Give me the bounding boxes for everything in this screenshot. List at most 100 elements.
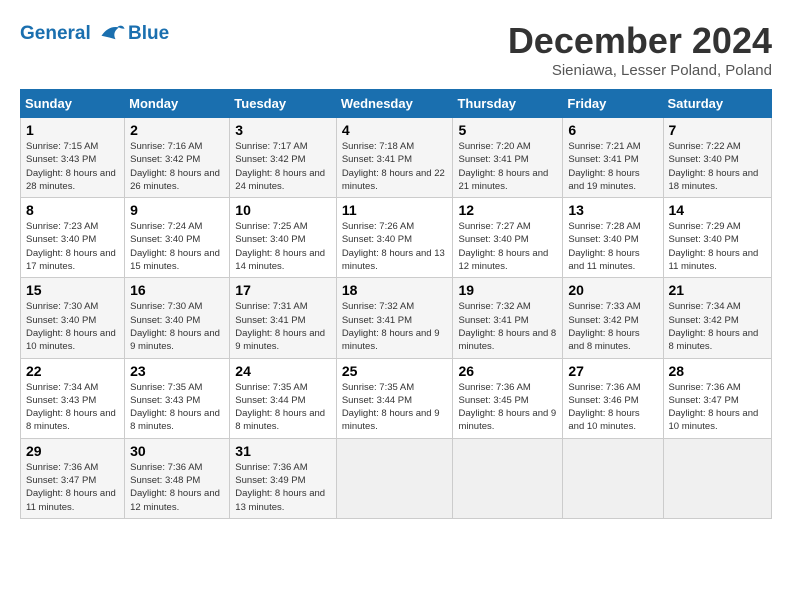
day-number: 18 (342, 282, 448, 298)
calendar-cell: 24 Sunrise: 7:35 AMSunset: 3:44 PMDayligh… (230, 358, 337, 438)
day-number: 16 (130, 282, 224, 298)
header-thursday: Thursday (453, 90, 563, 118)
day-info: Sunrise: 7:32 AMSunset: 3:41 PMDaylight:… (342, 300, 448, 353)
logo-text-general: General (20, 23, 91, 44)
day-number: 9 (130, 202, 224, 218)
calendar-cell: 30Sunrise: 7:36 AMSunset: 3:48 PMDayligh… (125, 438, 230, 518)
header-saturday: Saturday (663, 90, 772, 118)
month-title: December 2024 (508, 20, 772, 62)
week-row-5: 29 Sunrise: 7:36 AMSunset: 3:47 PMDayligh… (21, 438, 772, 518)
header-wednesday: Wednesday (336, 90, 453, 118)
day-number: 11 (342, 202, 448, 218)
calendar-cell: 26Sunrise: 7:36 AMSunset: 3:45 PMDayligh… (453, 358, 563, 438)
day-info: Sunrise: 7:15 AMSunset: 3:43 PMDaylight:… (26, 140, 119, 193)
day-number: 27 (568, 363, 657, 379)
calendar-cell: 14Sunrise: 7:29 AMSunset: 3:40 PMDayligh… (663, 198, 772, 278)
calendar-cell: 29 Sunrise: 7:36 AMSunset: 3:47 PMDayligh… (21, 438, 125, 518)
day-number: 31 (235, 443, 331, 459)
week-row-2: 8Sunrise: 7:23 AMSunset: 3:40 PMDaylight… (21, 198, 772, 278)
day-number: 22 (26, 363, 119, 379)
day-number: 15 (26, 282, 119, 298)
calendar-cell: 15 Sunrise: 7:30 AMSunset: 3:40 PMDayligh… (21, 278, 125, 358)
day-info: Sunrise: 7:17 AMSunset: 3:42 PMDaylight:… (235, 140, 331, 193)
day-info: Sunrise: 7:18 AMSunset: 3:41 PMDaylight:… (342, 140, 448, 193)
calendar-cell: 8Sunrise: 7:23 AMSunset: 3:40 PMDaylight… (21, 198, 125, 278)
calendar-cell: 7 Sunrise: 7:22 AMSunset: 3:40 PMDaylight… (663, 118, 772, 198)
day-number: 6 (568, 122, 657, 138)
day-info: Sunrise: 7:32 AMSunset: 3:41 PMDaylight:… (458, 300, 557, 353)
calendar-header-row: SundayMondayTuesdayWednesdayThursdayFrid… (21, 90, 772, 118)
day-info: Sunrise: 7:22 AMSunset: 3:40 PMDaylight:… (669, 140, 767, 193)
calendar-cell: 18 Sunrise: 7:32 AMSunset: 3:41 PMDayligh… (336, 278, 453, 358)
calendar-cell: 12 Sunrise: 7:27 AMSunset: 3:40 PMDayligh… (453, 198, 563, 278)
day-info: Sunrise: 7:16 AMSunset: 3:42 PMDaylight:… (130, 140, 224, 193)
day-number: 3 (235, 122, 331, 138)
day-number: 21 (669, 282, 767, 298)
week-row-3: 15 Sunrise: 7:30 AMSunset: 3:40 PMDayligh… (21, 278, 772, 358)
day-info: Sunrise: 7:20 AMSunset: 3:41 PMDaylight:… (458, 140, 557, 193)
day-number: 1 (26, 122, 119, 138)
day-info: Sunrise: 7:25 AMSunset: 3:40 PMDaylight:… (235, 220, 331, 273)
day-number: 12 (458, 202, 557, 218)
calendar-cell (663, 438, 772, 518)
header-tuesday: Tuesday (230, 90, 337, 118)
day-number: 29 (26, 443, 119, 459)
header-monday: Monday (125, 90, 230, 118)
calendar-cell: 13Sunrise: 7:28 AMSunset: 3:40 PMDayligh… (563, 198, 663, 278)
calendar-cell: 1 Sunrise: 7:15 AMSunset: 3:43 PMDaylight… (21, 118, 125, 198)
day-number: 24 (235, 363, 331, 379)
day-info: Sunrise: 7:35 AMSunset: 3:43 PMDaylight:… (130, 381, 224, 434)
calendar-cell: 25Sunrise: 7:35 AMSunset: 3:44 PMDayligh… (336, 358, 453, 438)
calendar-cell (563, 438, 663, 518)
logo-bird-icon (98, 20, 126, 48)
logo: General Blue (20, 20, 169, 48)
calendar-table: SundayMondayTuesdayWednesdayThursdayFrid… (20, 89, 772, 519)
day-info: Sunrise: 7:24 AMSunset: 3:40 PMDaylight:… (130, 220, 224, 273)
day-number: 17 (235, 282, 331, 298)
week-row-1: 1 Sunrise: 7:15 AMSunset: 3:43 PMDaylight… (21, 118, 772, 198)
day-number: 26 (458, 363, 557, 379)
header-sunday: Sunday (21, 90, 125, 118)
day-number: 19 (458, 282, 557, 298)
day-number: 28 (669, 363, 767, 379)
day-number: 13 (568, 202, 657, 218)
day-number: 20 (568, 282, 657, 298)
calendar-cell: 21 Sunrise: 7:34 AMSunset: 3:42 PMDayligh… (663, 278, 772, 358)
week-row-4: 22 Sunrise: 7:34 AMSunset: 3:43 PMDayligh… (21, 358, 772, 438)
day-info: Sunrise: 7:33 AMSunset: 3:42 PMDaylight:… (568, 300, 657, 353)
day-info: Sunrise: 7:35 AMSunset: 3:44 PMDaylight:… (235, 381, 331, 434)
day-info: Sunrise: 7:36 AMSunset: 3:49 PMDaylight:… (235, 461, 331, 514)
calendar-cell: 5Sunrise: 7:20 AMSunset: 3:41 PMDaylight… (453, 118, 563, 198)
day-info: Sunrise: 7:34 AMSunset: 3:42 PMDaylight:… (669, 300, 767, 353)
calendar-cell: 10 Sunrise: 7:25 AMSunset: 3:40 PMDayligh… (230, 198, 337, 278)
calendar-cell: 2Sunrise: 7:16 AMSunset: 3:42 PMDaylight… (125, 118, 230, 198)
day-number: 23 (130, 363, 224, 379)
calendar-cell: 23 Sunrise: 7:35 AMSunset: 3:43 PMDayligh… (125, 358, 230, 438)
calendar-cell: 9 Sunrise: 7:24 AMSunset: 3:40 PMDaylight… (125, 198, 230, 278)
day-info: Sunrise: 7:21 AMSunset: 3:41 PMDaylight:… (568, 140, 657, 193)
calendar-cell: 6 Sunrise: 7:21 AMSunset: 3:41 PMDaylight… (563, 118, 663, 198)
day-info: Sunrise: 7:36 AMSunset: 3:46 PMDaylight:… (568, 381, 657, 434)
day-number: 4 (342, 122, 448, 138)
calendar-cell: 11Sunrise: 7:26 AMSunset: 3:40 PMDayligh… (336, 198, 453, 278)
day-info: Sunrise: 7:29 AMSunset: 3:40 PMDaylight:… (669, 220, 767, 273)
calendar-cell (336, 438, 453, 518)
day-number: 25 (342, 363, 448, 379)
calendar-cell: 3 Sunrise: 7:17 AMSunset: 3:42 PMDaylight… (230, 118, 337, 198)
logo-text-blue: Blue (128, 24, 169, 45)
day-info: Sunrise: 7:30 AMSunset: 3:40 PMDaylight:… (130, 300, 224, 353)
calendar-cell: 20 Sunrise: 7:33 AMSunset: 3:42 PMDayligh… (563, 278, 663, 358)
page-header: General Blue December 2024 Sieniawa, Les… (20, 20, 772, 79)
day-number: 8 (26, 202, 119, 218)
calendar-cell: 27 Sunrise: 7:36 AMSunset: 3:46 PMDayligh… (563, 358, 663, 438)
calendar-cell (453, 438, 563, 518)
day-info: Sunrise: 7:34 AMSunset: 3:43 PMDaylight:… (26, 381, 119, 434)
day-number: 7 (669, 122, 767, 138)
day-info: Sunrise: 7:30 AMSunset: 3:40 PMDaylight:… (26, 300, 119, 353)
header-friday: Friday (563, 90, 663, 118)
day-info: Sunrise: 7:36 AMSunset: 3:47 PMDaylight:… (26, 461, 119, 514)
day-number: 10 (235, 202, 331, 218)
day-number: 30 (130, 443, 224, 459)
day-info: Sunrise: 7:27 AMSunset: 3:40 PMDaylight:… (458, 220, 557, 273)
title-block: December 2024 Sieniawa, Lesser Poland, P… (508, 20, 772, 79)
